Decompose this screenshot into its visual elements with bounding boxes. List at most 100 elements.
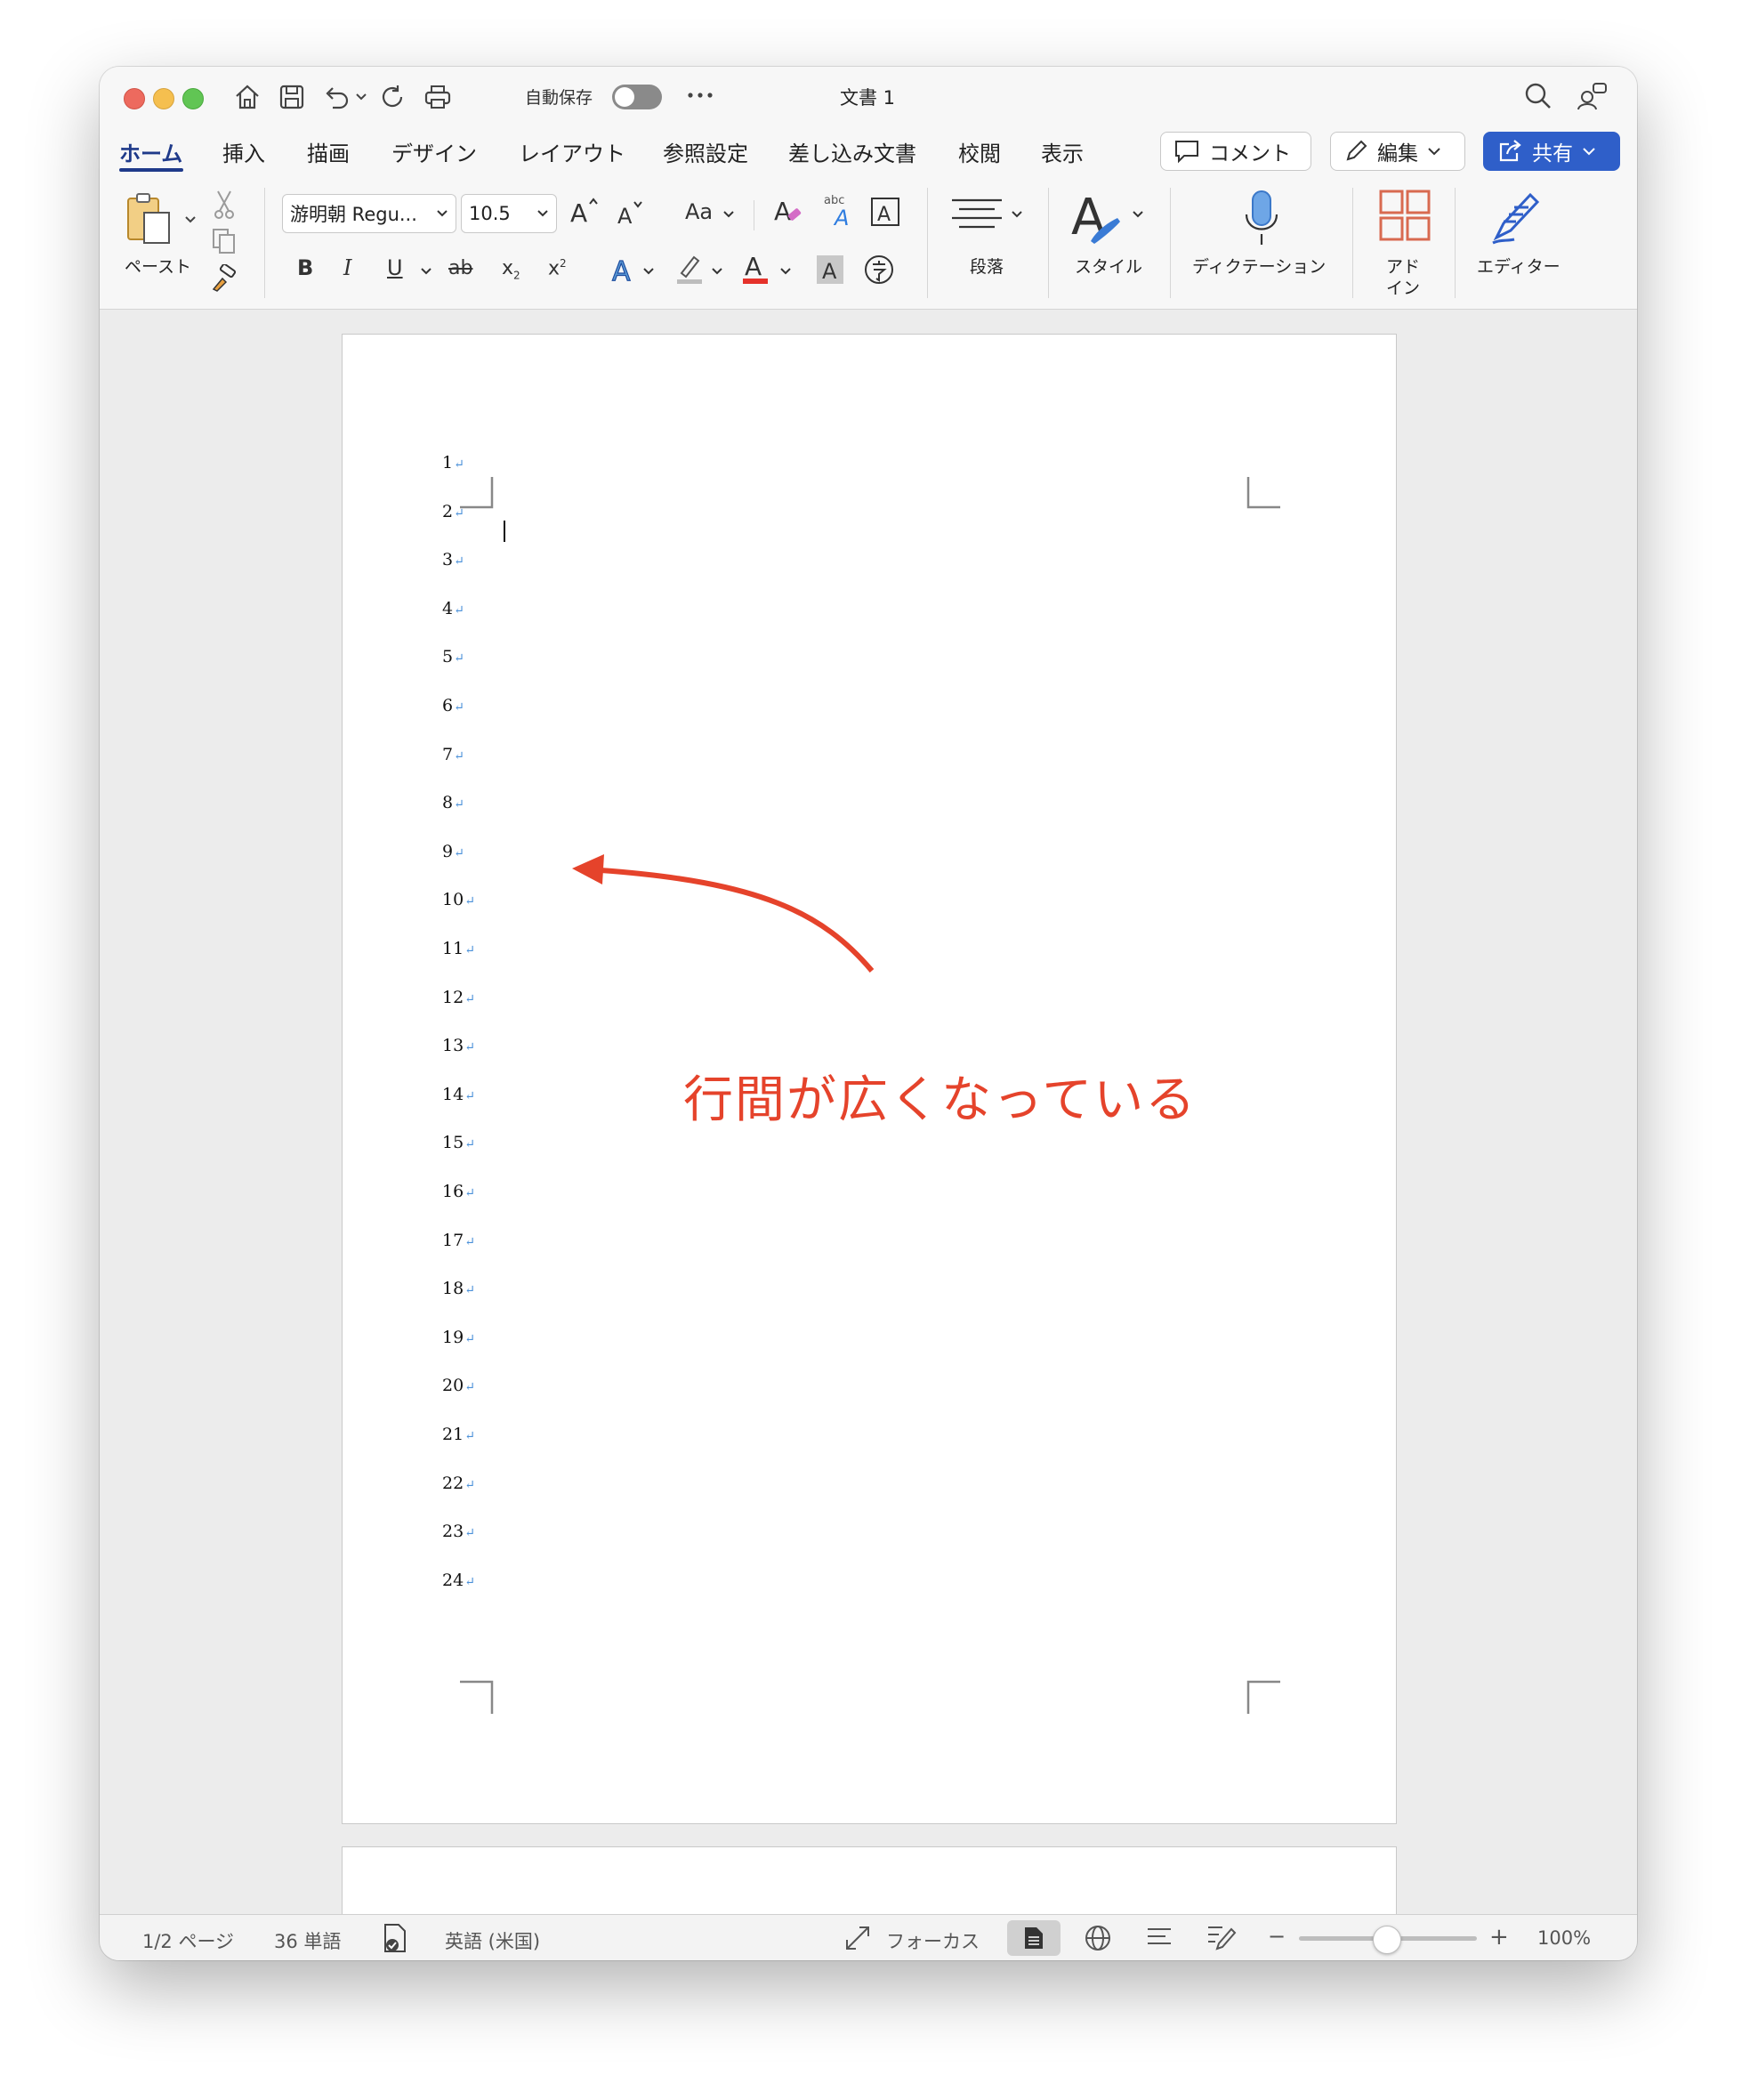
print-icon[interactable] — [423, 83, 453, 111]
print-layout-view-button[interactable] — [1007, 1920, 1061, 1956]
cut-icon[interactable] — [213, 190, 236, 220]
comment-button[interactable]: コメント — [1160, 132, 1311, 171]
paste-label[interactable]: ペースト — [125, 254, 191, 278]
font-size-select[interactable]: 10.5 — [461, 194, 557, 233]
more-icon[interactable] — [687, 90, 714, 101]
bold-button[interactable]: B — [297, 255, 313, 280]
editor-icon[interactable] — [1488, 188, 1544, 246]
line-text: 16 — [442, 1182, 464, 1201]
word-count[interactable]: 36 単語 — [274, 1927, 341, 1954]
tab-review[interactable]: 校閲 — [958, 136, 1001, 167]
font-color-icon[interactable]: A — [740, 250, 770, 286]
tab-home[interactable]: ホーム — [119, 136, 182, 167]
tab-mailings[interactable]: 差し込み文書 — [788, 136, 916, 167]
document-line: 15↵ — [442, 1133, 475, 1152]
undo-dropdown-chevron-icon[interactable] — [355, 92, 367, 102]
grow-font-icon[interactable]: A — [569, 195, 601, 227]
tab-design[interactable]: デザイン — [391, 136, 477, 167]
styles-label[interactable]: スタイル — [1075, 254, 1142, 278]
focus-mode-button[interactable]: フォーカス — [886, 1927, 980, 1954]
search-icon[interactable] — [1523, 81, 1553, 111]
highlight-chevron-icon[interactable] — [711, 266, 723, 277]
highlight-icon[interactable] — [674, 252, 705, 286]
tab-draw[interactable]: 描画 — [307, 136, 350, 167]
shrink-font-icon[interactable]: A — [616, 198, 646, 227]
minimize-window-button[interactable] — [153, 88, 174, 109]
paste-dropdown-chevron-icon[interactable] — [184, 214, 197, 225]
addins-icon[interactable] — [1379, 190, 1431, 243]
addins-label-line1[interactable]: アド — [1386, 254, 1420, 278]
addins-label-line2[interactable]: イン — [1386, 275, 1420, 299]
zoom-out-button[interactable]: − — [1268, 1924, 1286, 1949]
focus-expand-icon[interactable] — [843, 1924, 872, 1952]
change-case-button[interactable]: Aa — [685, 199, 713, 224]
account-icon[interactable] — [1577, 81, 1609, 111]
language-indicator[interactable]: 英語 (米国) — [445, 1927, 540, 1954]
edit-label: 編集 — [1377, 142, 1418, 166]
page-count[interactable]: 1/2 ページ — [142, 1927, 234, 1954]
text-effects-chevron-icon[interactable] — [642, 266, 655, 277]
paragraph-label[interactable]: 段落 — [970, 254, 1004, 278]
document-line: 24↵ — [442, 1571, 475, 1590]
line-text: 13 — [442, 1036, 464, 1056]
character-shading-icon[interactable]: A — [817, 255, 843, 284]
zoom-window-button[interactable] — [182, 88, 204, 109]
proofing-check-icon[interactable] — [381, 1922, 409, 1954]
outline-view-icon[interactable] — [1146, 1926, 1173, 1951]
document-page[interactable]: 1↵ 2↵ 3↵ 4↵ 5↵ 6↵ 7↵ 8↵ 9↵ 10↵ 11↵ 12↵ 13↵ 14↵ 15↵ 16↵ 1… — [342, 334, 1397, 1824]
styles-chevron-icon[interactable] — [1132, 209, 1144, 220]
styles-icon[interactable]: A — [1071, 188, 1123, 248]
tab-layout[interactable]: レイアウト — [519, 136, 625, 167]
editor-label[interactable]: エディター — [1477, 254, 1561, 278]
svg-text:A: A — [833, 206, 849, 229]
strikethrough-button[interactable]: ab — [448, 257, 472, 279]
zoom-percentage[interactable]: 100% — [1537, 1927, 1591, 1949]
tab-references[interactable]: 参照設定 — [663, 136, 748, 167]
redo-icon[interactable] — [378, 83, 407, 111]
home-icon[interactable] — [233, 83, 262, 111]
underline-chevron-icon[interactable] — [420, 266, 432, 277]
phonetic-guide-icon[interactable]: abcA — [822, 191, 856, 229]
share-button[interactable]: 共有 — [1483, 132, 1620, 171]
change-case-chevron-icon[interactable] — [722, 209, 735, 220]
document-line: 7↵ — [442, 745, 464, 764]
text-effects-icon[interactable]: A — [609, 254, 638, 286]
document-line: 14↵ — [442, 1085, 475, 1104]
edit-mode-button[interactable]: 編集 — [1330, 132, 1465, 171]
paragraph-mark-icon: ↵ — [464, 1088, 475, 1103]
enclosed-character-icon[interactable] — [863, 254, 895, 286]
clear-formatting-icon[interactable]: A — [772, 193, 804, 227]
tab-insert[interactable]: 挿入 — [222, 136, 265, 167]
microphone-icon[interactable] — [1242, 188, 1281, 248]
line-text: 14 — [442, 1084, 464, 1104]
draft-view-icon[interactable] — [1206, 1922, 1237, 1952]
document-line: 10↵ — [442, 890, 475, 909]
italic-button[interactable]: I — [343, 255, 351, 280]
subscript-button[interactable]: x2 — [502, 257, 520, 281]
dictation-label[interactable]: ディクテーション — [1192, 254, 1326, 278]
paragraph-chevron-icon[interactable] — [1011, 209, 1023, 220]
document-line: 1↵ — [442, 453, 464, 472]
ribbon-separator — [264, 188, 265, 298]
word-window: 自動保存 文書 1 ホーム 挿入 描画 デザイン レイアウト 参照設定 差し込み… — [100, 67, 1637, 1960]
paste-icon[interactable] — [125, 191, 173, 246]
font-name-select[interactable]: 游明朝 Regu... — [282, 194, 456, 233]
zoom-in-button[interactable]: + — [1489, 1924, 1509, 1951]
autosave-toggle[interactable] — [612, 85, 662, 109]
save-icon[interactable] — [278, 83, 306, 111]
close-window-button[interactable] — [124, 88, 145, 109]
enclose-characters-icon[interactable]: A — [870, 197, 900, 227]
format-painter-icon[interactable] — [210, 264, 238, 293]
paragraph-align-icon[interactable] — [950, 197, 1004, 232]
tab-view[interactable]: 表示 — [1041, 136, 1084, 167]
font-color-chevron-icon[interactable] — [779, 266, 792, 277]
superscript-button[interactable]: x2 — [548, 257, 567, 279]
undo-icon[interactable] — [322, 83, 351, 111]
share-label: 共有 — [1532, 142, 1573, 166]
underline-button[interactable]: U — [387, 255, 403, 280]
web-layout-globe-icon[interactable] — [1084, 1924, 1112, 1952]
document-line: 4↵ — [442, 599, 464, 618]
copy-icon[interactable] — [211, 227, 238, 255]
zoom-slider-thumb[interactable] — [1373, 1926, 1401, 1954]
line-text: 8 — [442, 793, 454, 813]
